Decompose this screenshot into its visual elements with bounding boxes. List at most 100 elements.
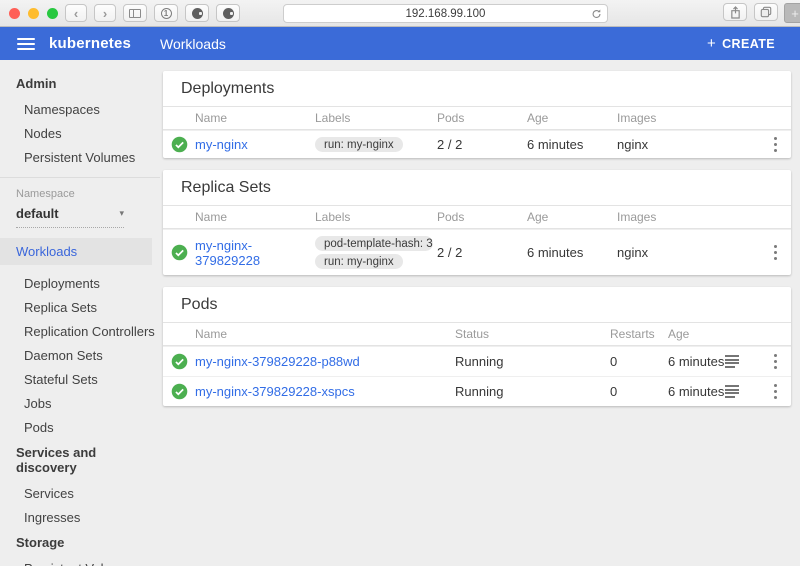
col-images: Images (617, 210, 753, 224)
col-name: Name (195, 210, 315, 224)
tab-overview-button[interactable] (754, 3, 778, 21)
forward-button[interactable]: › (94, 4, 116, 22)
col-age: Age (527, 111, 617, 125)
table-row: my-nginx-379829228 pod-template-hash: 37… (163, 229, 791, 275)
browser-chrome: ‹ › 1 192.168.99.100 + (0, 0, 800, 27)
sidebar-item-replica-sets[interactable]: Replica Sets (0, 295, 160, 319)
col-name: Name (195, 111, 315, 125)
minimize-window-button[interactable] (28, 8, 39, 19)
images-value: nginx (617, 137, 753, 152)
sidebar-section-storage: Storage (0, 529, 160, 556)
sidebar-item-jobs[interactable]: Jobs (0, 391, 160, 415)
sidebar-section-services-discovery: Services and discovery (0, 439, 160, 481)
sidebar-panel-icon (129, 9, 141, 18)
pod-link[interactable]: my-nginx-379829228-p88wd (195, 354, 455, 369)
col-labels: Labels (315, 210, 437, 224)
share-button[interactable] (723, 3, 747, 21)
label-chip: run: my-nginx (315, 254, 403, 269)
share-icon (730, 6, 741, 19)
brand-logo: kubernetes (49, 35, 131, 52)
logs-icon[interactable] (725, 385, 753, 398)
sidebar: Admin Namespaces Nodes Persistent Volume… (0, 60, 160, 566)
status-value: Running (455, 354, 610, 369)
circled-one-icon: 1 (161, 8, 172, 19)
table-row: my-nginx-379829228-p88wd Running 0 6 min… (163, 346, 791, 376)
pod-link[interactable]: my-nginx-379829228-xspcs (195, 384, 455, 399)
replica-sets-table-header: Name Labels Pods Age Images (163, 206, 791, 229)
age-value: 6 minutes (668, 384, 725, 399)
col-status: Status (455, 327, 610, 341)
kebab-menu-icon[interactable] (768, 350, 783, 373)
kebab-menu-icon[interactable] (768, 380, 783, 403)
deployments-card: Deployments Name Labels Pods Age Images … (163, 71, 791, 158)
sidebar-toggle-button[interactable] (123, 4, 147, 22)
pods-table-header: Name Status Restarts Age (163, 323, 791, 346)
close-window-button[interactable] (9, 8, 20, 19)
namespace-value: default (16, 206, 59, 221)
status-ok-icon (171, 136, 188, 153)
plus-icon: + (707, 35, 716, 52)
sidebar-item-replication-controllers[interactable]: Replication Controllers (0, 319, 160, 343)
create-button[interactable]: + CREATE (707, 35, 775, 52)
app-header: kubernetes Workloads + CREATE (0, 27, 800, 60)
label-chip: run: my-nginx (315, 137, 403, 152)
reload-icon[interactable] (591, 7, 602, 25)
sidebar-item-ingresses[interactable]: Ingresses (0, 505, 160, 529)
col-labels: Labels (315, 111, 437, 125)
label-chip: pod-template-hash: 37... (315, 236, 433, 251)
sidebar-item-services[interactable]: Services (0, 481, 160, 505)
sidebar-item-nodes[interactable]: Nodes (0, 121, 160, 145)
page-title: Workloads (160, 36, 226, 52)
replica-set-link[interactable]: my-nginx-379829228 (195, 238, 315, 268)
card-title-deployments: Deployments (163, 71, 791, 107)
sidebar-item-pods[interactable]: Pods (0, 415, 160, 439)
tabs-icon (760, 6, 772, 18)
card-title-pods: Pods (163, 287, 791, 323)
extension-button-1[interactable]: 1 (154, 4, 178, 22)
table-row: my-nginx run: my-nginx 2 / 2 6 minutes n… (163, 130, 791, 158)
replica-sets-card: Replica Sets Name Labels Pods Age Images… (163, 170, 791, 275)
col-name: Name (195, 327, 455, 341)
kebab-menu-icon[interactable] (768, 133, 783, 156)
zoom-window-button[interactable] (47, 8, 58, 19)
kebab-menu-icon[interactable] (768, 241, 783, 264)
status-ok-icon (171, 383, 188, 400)
sidebar-item-persistent-volume-claims[interactable]: Persistent Volume Claims (0, 556, 160, 566)
sidebar-item-workloads[interactable]: Workloads (0, 238, 152, 265)
sidebar-item-daemon-sets[interactable]: Daemon Sets (0, 343, 160, 367)
namespace-label: Namespace (0, 188, 160, 200)
back-button[interactable]: ‹ (65, 4, 87, 22)
card-title-replica-sets: Replica Sets (163, 170, 791, 206)
age-value: 6 minutes (527, 245, 617, 260)
sidebar-item-deployments[interactable]: Deployments (0, 271, 160, 295)
new-tab-button[interactable]: + (784, 3, 800, 23)
images-value: nginx (617, 245, 753, 260)
url-text: 192.168.99.100 (406, 8, 486, 20)
pods-card: Pods Name Status Restarts Age my-nginx-3… (163, 287, 791, 406)
extension-button-2[interactable] (185, 4, 209, 22)
sidebar-item-stateful-sets[interactable]: Stateful Sets (0, 367, 160, 391)
restarts-value: 0 (610, 354, 668, 369)
sidebar-item-persistent-volumes[interactable]: Persistent Volumes (0, 145, 160, 169)
namespace-select[interactable]: default ▾ (16, 206, 124, 228)
col-images: Images (617, 111, 753, 125)
status-ok-icon (171, 244, 188, 261)
col-restarts: Restarts (610, 327, 668, 341)
hamburger-menu-icon[interactable] (17, 38, 35, 50)
status-value: Running (455, 384, 610, 399)
chevron-down-icon: ▾ (119, 208, 124, 219)
logs-icon[interactable] (725, 355, 753, 368)
restarts-value: 0 (610, 384, 668, 399)
col-pods: Pods (437, 210, 527, 224)
main-content: Deployments Name Labels Pods Age Images … (160, 60, 800, 566)
sidebar-section-admin: Admin (0, 70, 160, 97)
address-bar[interactable]: 192.168.99.100 (283, 4, 608, 23)
extension-icon (223, 8, 234, 19)
create-button-label: CREATE (722, 37, 775, 51)
sidebar-item-namespaces[interactable]: Namespaces (0, 97, 160, 121)
sidebar-divider (0, 177, 160, 178)
extension-button-3[interactable] (216, 4, 240, 22)
deployment-link[interactable]: my-nginx (195, 137, 315, 152)
col-age: Age (527, 210, 617, 224)
pods-count: 2 / 2 (437, 137, 527, 152)
